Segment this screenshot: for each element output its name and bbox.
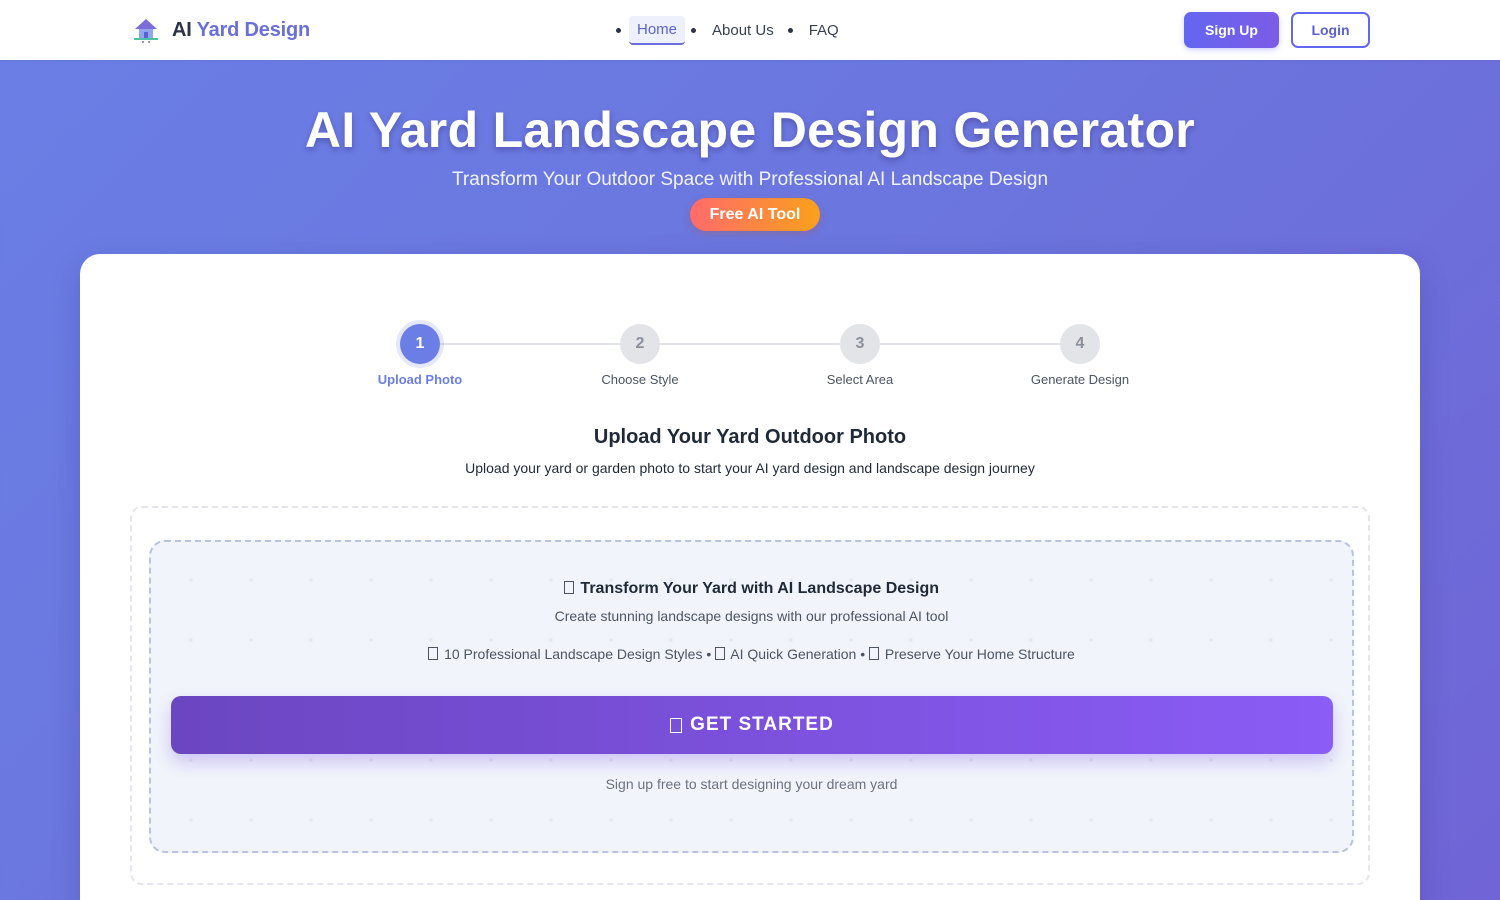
feature-separator: • — [706, 646, 712, 662]
nav-item-about: About Us — [685, 17, 782, 44]
promo-subtitle: Create stunning landscape designs with o… — [554, 608, 949, 624]
main-nav: Home About Us FAQ — [610, 15, 847, 45]
bullet-icon — [616, 27, 621, 33]
login-button[interactable]: Login — [1291, 12, 1370, 48]
step-number: 2 — [620, 324, 660, 364]
progress-stepper: 1 Upload Photo 2 Choose Style 3 Select A… — [80, 324, 1420, 394]
step-label: Choose Style — [601, 372, 679, 387]
lightning-icon — [715, 647, 726, 660]
nav-link-about[interactable]: About Us — [704, 17, 782, 44]
rocket-icon — [670, 717, 683, 733]
step-number: 1 — [400, 324, 440, 364]
promo-title: Transform Your Yard with AI Landscape De… — [151, 580, 1352, 598]
free-tool-badge: Free AI Tool — [690, 198, 820, 231]
nav-item-home: Home — [610, 15, 686, 45]
upload-dropzone[interactable]: Transform Your Yard with AI Landscape De… — [130, 506, 1370, 885]
feature-list: 10 Professional Landscape Design Styles … — [151, 646, 1352, 662]
step-label: Generate Design — [1030, 372, 1130, 387]
section-title: Upload Your Yard Outdoor Photo — [593, 426, 907, 448]
step-number: 4 — [1060, 324, 1100, 364]
step-select-area: 3 Select Area — [790, 324, 930, 387]
feature-item: AI Quick Generation — [730, 646, 857, 662]
nav-item-faq: FAQ — [782, 17, 847, 44]
promo-title-text: Transform Your Yard with AI Landscape De… — [580, 580, 940, 597]
get-started-button[interactable]: GET STARTED — [171, 696, 1333, 754]
sign-up-button[interactable]: Sign Up — [1184, 12, 1279, 48]
styles-icon — [428, 647, 439, 660]
house-icon — [130, 14, 162, 46]
step-number: 3 — [840, 324, 880, 364]
nav-link-home[interactable]: Home — [629, 15, 686, 45]
home-icon — [869, 647, 880, 660]
bullet-icon — [787, 27, 793, 33]
step-choose-style: 2 Choose Style — [570, 324, 710, 387]
brand-name: AI Yard Design — [172, 19, 310, 42]
signup-note: Sign up free to start designing your dre… — [605, 776, 898, 792]
step-generate-design: 4 Generate Design — [1010, 324, 1150, 387]
top-navbar: AI Yard Design Home About Us FAQ Sign Up… — [0, 0, 1500, 60]
main-card: 1 Upload Photo 2 Choose Style 3 Select A… — [80, 254, 1420, 900]
get-started-label: GET STARTED — [690, 714, 834, 735]
nav-link-faq[interactable]: FAQ — [801, 17, 847, 44]
step-label: Select Area — [826, 372, 894, 387]
brand-suffix: Yard Design — [196, 18, 311, 41]
brand-prefix: AI — [172, 18, 192, 41]
promo-panel: Transform Your Yard with AI Landscape De… — [149, 540, 1354, 853]
hero-subtitle: Transform Your Outdoor Space with Profes… — [451, 169, 1049, 190]
sparkle-icon — [563, 581, 574, 594]
brand-logo-link[interactable]: AI Yard Design — [130, 14, 310, 46]
feature-item: 10 Professional Landscape Design Styles — [444, 646, 703, 662]
step-upload-photo: 1 Upload Photo — [350, 324, 490, 387]
step-label: Upload Photo — [377, 372, 463, 387]
feature-separator: • — [860, 646, 866, 662]
hero-title: AI Yard Landscape Design Generator — [304, 102, 1196, 158]
bullet-icon — [691, 27, 697, 33]
section-description: Upload your yard or garden photo to star… — [465, 460, 1035, 476]
feature-item: Preserve Your Home Structure — [884, 646, 1075, 662]
